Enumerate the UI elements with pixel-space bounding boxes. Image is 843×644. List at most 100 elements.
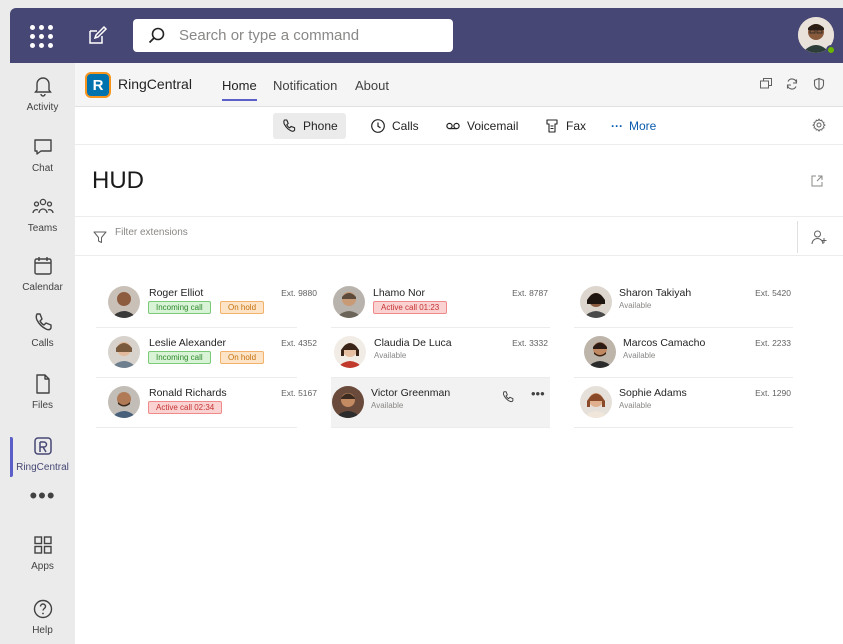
rail-activity[interactable]: Activity	[10, 75, 75, 131]
nav-fax[interactable]: Fax	[536, 113, 594, 139]
rail-label: Calls	[31, 338, 54, 349]
more-options-icon[interactable]: •••	[531, 386, 545, 401]
presence-indicator	[826, 45, 836, 55]
app-name: RingCentral	[118, 76, 192, 92]
extension-card[interactable]: Claudia De Luca Ext. 3332 Available	[331, 328, 550, 378]
contact-avatar	[580, 386, 612, 418]
incoming-call-badge: Incoming call	[148, 301, 211, 314]
rail-files[interactable]: Files	[10, 373, 75, 429]
contact-avatar	[580, 286, 612, 318]
rail-label: Calendar	[22, 282, 63, 293]
more-apps-icon[interactable]: •••	[10, 485, 75, 507]
extension-card[interactable]: Sophie Adams Ext. 1290 Available	[574, 378, 793, 428]
nav-calls[interactable]: Calls	[362, 113, 427, 139]
ringcentral-logo: R	[85, 72, 111, 98]
contact-name: Ronald Richards	[149, 387, 227, 399]
phone-icon	[35, 313, 52, 331]
on-hold-badge: On hold	[220, 301, 265, 314]
contact-avatar	[108, 336, 140, 368]
rail-apps[interactable]: Apps	[10, 534, 75, 590]
rail-calls[interactable]: Calls	[10, 311, 75, 367]
nav-more[interactable]: ··· More	[603, 113, 664, 139]
extension-column-3: Sharon Takiyah Ext. 5420 Available Marco…	[574, 278, 793, 428]
tab-about[interactable]: About	[355, 78, 389, 93]
call-button-icon[interactable]	[501, 390, 515, 404]
contact-name: Lhamo Nor	[373, 287, 425, 299]
nav-label: Fax	[566, 119, 587, 133]
contact-name: Victor Greenman	[371, 387, 451, 399]
rail-help[interactable]: Help	[10, 598, 75, 644]
nav-label: Voicemail	[467, 119, 519, 133]
rail-label: Apps	[31, 561, 54, 572]
contact-status: Available	[371, 401, 404, 410]
extension-card[interactable]: Lhamo Nor Ext. 8787 Active call 01:23	[331, 278, 550, 328]
rail-label: Help	[32, 625, 53, 636]
extension-column-2: Lhamo Nor Ext. 8787 Active call 01:23 Cl…	[331, 278, 550, 428]
add-user-icon[interactable]	[811, 229, 827, 245]
nav-phone[interactable]: Phone	[273, 113, 346, 139]
contact-avatar	[584, 336, 616, 368]
contact-avatar	[108, 386, 140, 418]
chat-icon	[33, 139, 52, 155]
rail-teams[interactable]: Teams	[10, 196, 75, 252]
help-icon	[33, 599, 52, 619]
search-input[interactable]	[179, 27, 439, 44]
contact-status: Available	[619, 301, 652, 310]
popout-icon[interactable]	[810, 174, 824, 188]
incoming-call-badge: Incoming call	[148, 351, 211, 364]
contact-extension: Ext. 5167	[281, 388, 317, 398]
contact-avatar	[332, 386, 364, 418]
rail-label: Teams	[27, 223, 58, 234]
nav-label: More	[629, 119, 657, 133]
contact-extension: Ext. 8787	[512, 288, 548, 298]
extension-card[interactable]: Marcos Camacho Ext. 2233 Available	[574, 328, 793, 378]
popout-window-icon[interactable]	[759, 77, 773, 91]
contact-extension: Ext. 5420	[755, 288, 791, 298]
nav-label: Calls	[392, 119, 419, 133]
nav-voicemail[interactable]: Voicemail	[437, 113, 526, 139]
page-title: HUD	[92, 167, 144, 194]
voicemail-icon	[446, 122, 460, 130]
extension-card[interactable]: Ronald Richards Ext. 5167 Active call 02…	[96, 378, 317, 428]
tab-home[interactable]: Home	[222, 78, 257, 101]
sub-navigation: Phone Calls Voicemail Fax ··· More	[75, 107, 843, 145]
teams-icon	[31, 198, 54, 214]
app-launcher-icon[interactable]	[30, 25, 54, 49]
contact-name: Leslie Alexander	[149, 337, 227, 349]
extension-card[interactable]: Sharon Takiyah Ext. 5420 Available	[574, 278, 793, 328]
contact-status: Available	[623, 351, 656, 360]
shield-icon[interactable]	[812, 77, 826, 91]
rail-label: RingCentral	[16, 462, 69, 473]
contact-status: Available	[619, 401, 652, 410]
apps-icon	[33, 536, 52, 554]
ringcentral-icon	[33, 437, 52, 455]
contact-avatar	[334, 336, 366, 368]
extension-card-hovered[interactable]: Victor Greenman Available •••	[331, 378, 550, 428]
compose-icon[interactable]	[86, 25, 108, 47]
active-call-badge: Active call 01:23	[373, 301, 448, 314]
contact-extension: Ext. 2233	[755, 338, 791, 348]
rail-calendar[interactable]: Calendar	[10, 255, 75, 311]
refresh-icon[interactable]	[785, 77, 799, 91]
contact-name: Roger Elliot	[149, 287, 204, 299]
contact-extension: Ext. 3332	[512, 338, 548, 348]
contact-status: Available	[374, 351, 407, 360]
extension-card[interactable]: Roger Elliot Ext. 9880 Incoming call On …	[96, 278, 317, 328]
contact-name: Sophie Adams	[619, 387, 687, 399]
command-search[interactable]	[133, 19, 453, 52]
bell-icon	[33, 77, 52, 97]
contact-avatar	[333, 286, 365, 318]
filter-icon	[93, 231, 107, 243]
rail-label: Activity	[26, 102, 59, 113]
tab-notification[interactable]: Notification	[273, 78, 337, 93]
rail-label: Chat	[31, 163, 54, 174]
gear-icon[interactable]	[812, 118, 826, 132]
fax-icon	[546, 119, 558, 133]
contact-avatar	[108, 286, 140, 318]
rail-chat[interactable]: Chat	[10, 136, 75, 192]
filter-input[interactable]	[115, 227, 315, 238]
search-icon	[148, 27, 165, 43]
extension-card[interactable]: Leslie Alexander Ext. 4352 Incoming call…	[96, 328, 317, 378]
phone-icon	[283, 119, 296, 132]
contact-extension: Ext. 4352	[281, 338, 317, 348]
